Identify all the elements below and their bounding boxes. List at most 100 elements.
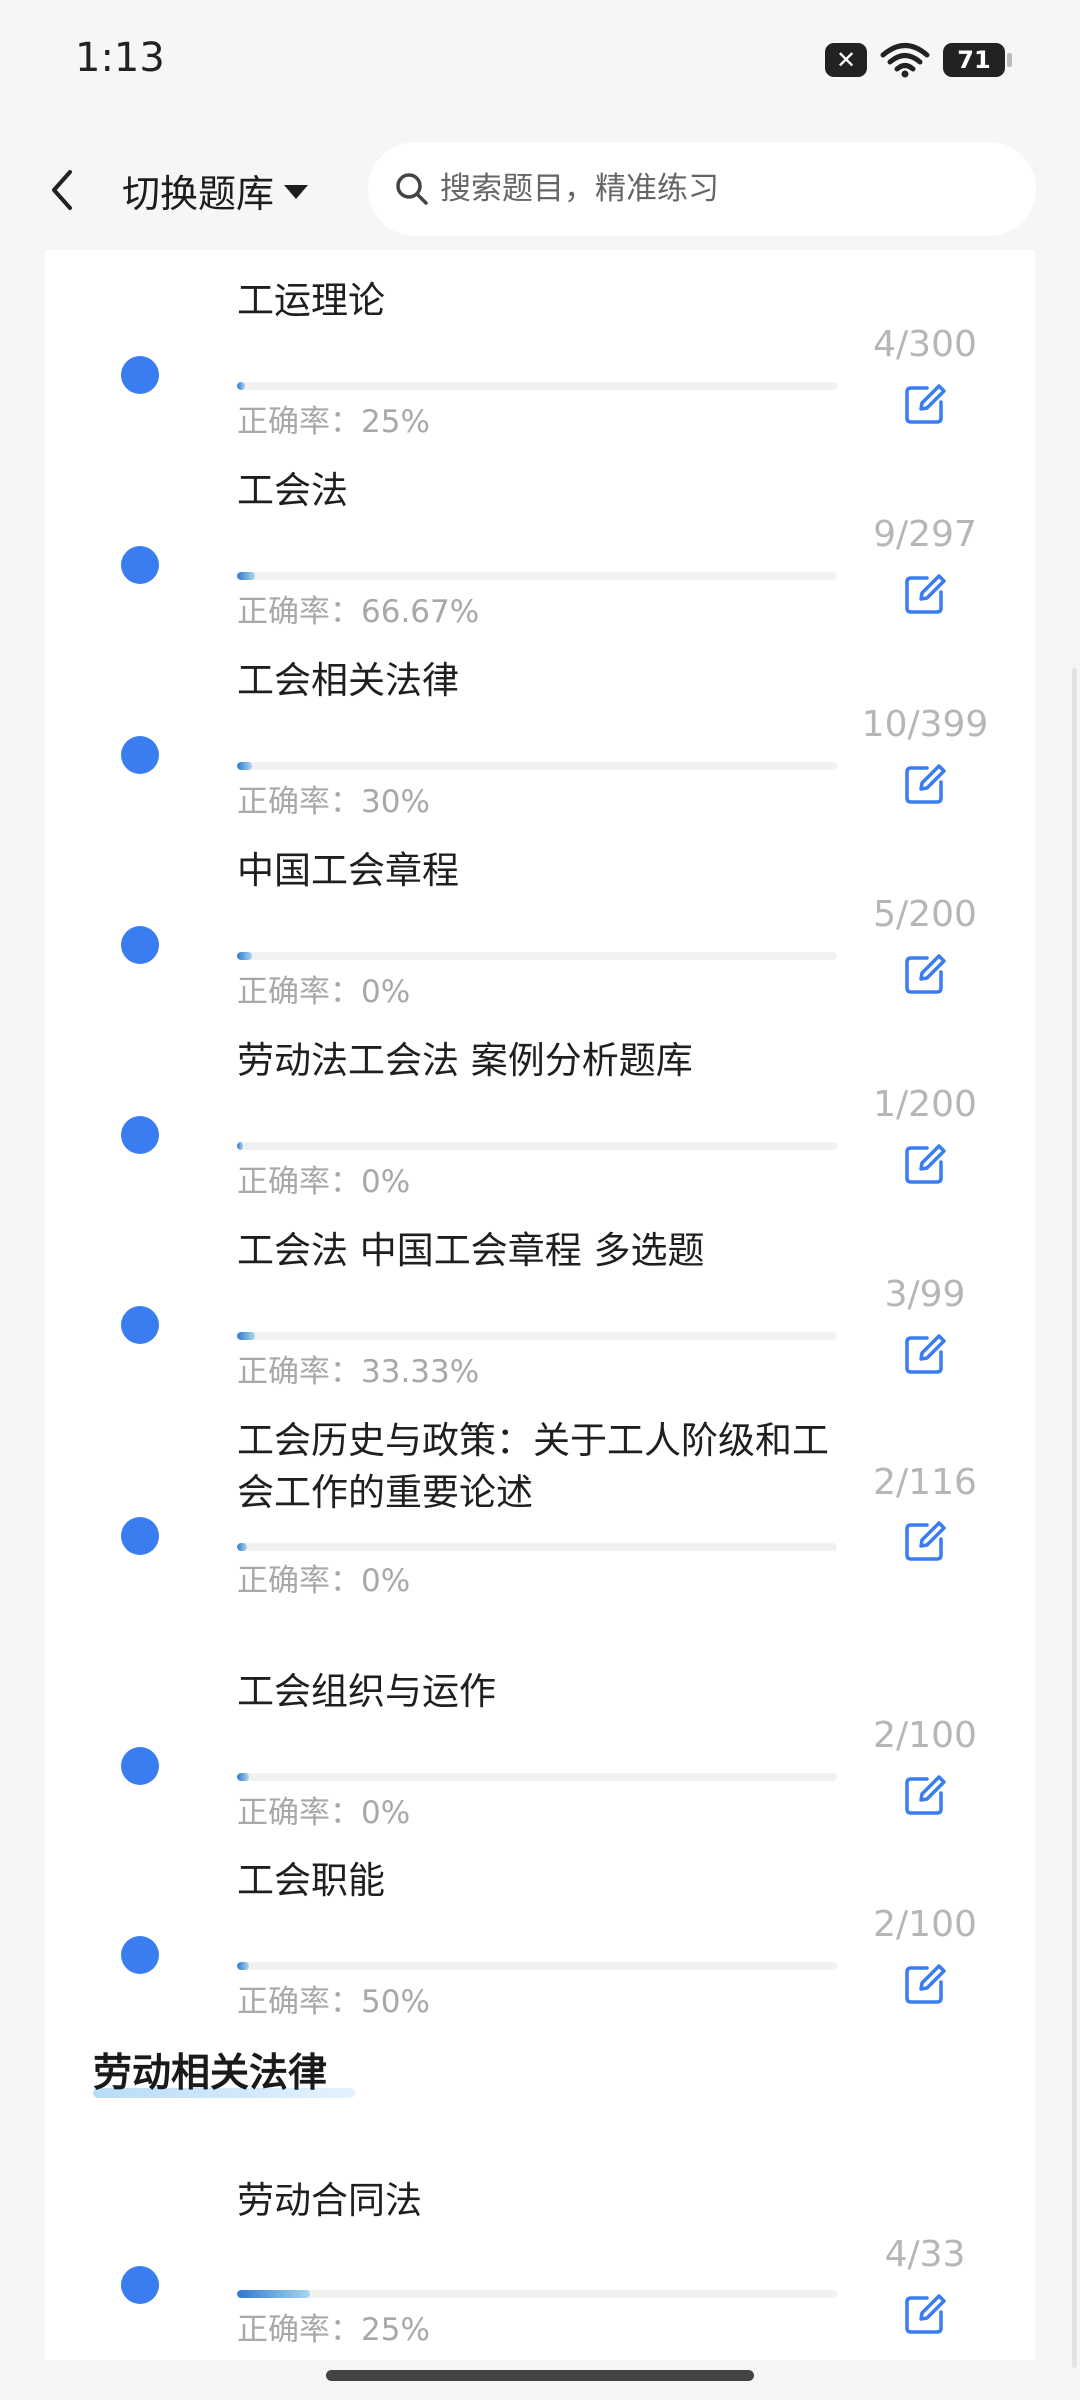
close-x-badge-icon: ✕	[825, 43, 867, 77]
question-bank-list[interactable]: 工运理论 正确率：25% 4/300 工会法 正确率：66.67% 9/297	[45, 250, 1035, 2360]
status-dot	[121, 1306, 159, 1344]
item-title: 工会法	[237, 469, 348, 512]
accuracy-text: 正确率：50%	[237, 1984, 430, 2020]
status-dot	[121, 1116, 159, 1154]
progress-fill	[237, 1773, 249, 1781]
progress-count: 4/33	[884, 2234, 966, 2275]
accuracy-text: 正确率：0%	[237, 1563, 411, 1599]
item-title: 工会历史与政策：关于工人阶级和工会工作的重要论述	[237, 1419, 829, 1514]
progress-track	[237, 1962, 837, 1970]
progress-track	[237, 1332, 837, 1340]
progress-fill	[237, 382, 245, 390]
progress-track	[237, 382, 837, 390]
progress-count: 4/300	[873, 324, 977, 365]
status-dot	[121, 1517, 159, 1555]
list-item[interactable]: 中国工会章程 正确率：0% 5/200	[45, 845, 1035, 1010]
status-dot	[121, 926, 159, 964]
progress-track	[237, 1543, 837, 1551]
edit-icon[interactable]	[903, 1773, 947, 1817]
accuracy-text: 正确率：66.67%	[237, 594, 480, 630]
switch-bank-label: 切换题库	[122, 171, 275, 216]
search-input[interactable]	[438, 170, 1002, 208]
list-item[interactable]: 劳动法工会法 案例分析题库 正确率：0% 1/200	[45, 1035, 1035, 1200]
status-icons: ✕ 71	[825, 42, 1012, 78]
item-title: 工会组织与运作	[237, 1670, 496, 1713]
progress-track	[237, 1142, 837, 1150]
accuracy-text: 正确率：33.33%	[237, 1354, 480, 1390]
switch-bank-dropdown[interactable]: 切换题库	[122, 160, 309, 220]
item-title: 工会法 中国工会章程 多选题	[237, 1229, 705, 1272]
search-icon	[396, 173, 428, 205]
edit-icon[interactable]	[903, 2292, 947, 2336]
item-title: 劳动合同法	[237, 2179, 422, 2222]
progress-count: 2/116	[873, 1462, 977, 1503]
progress-fill	[237, 1962, 249, 1970]
item-title: 工会职能	[237, 1859, 385, 1902]
accuracy-text: 正确率：0%	[237, 1795, 411, 1831]
status-dot	[121, 546, 159, 584]
back-button[interactable]	[42, 158, 82, 222]
progress-count: 5/200	[873, 894, 977, 935]
edit-icon[interactable]	[903, 572, 947, 616]
progress-fill	[237, 2290, 310, 2298]
edit-icon[interactable]	[903, 1519, 947, 1563]
status-bar: 1:13 ✕ 71	[0, 0, 1080, 130]
progress-count: 2/100	[873, 1715, 977, 1756]
status-dot	[121, 1747, 159, 1785]
list-item[interactable]: 工会法 中国工会章程 多选题 正确率：33.33% 3/99	[45, 1225, 1035, 1390]
list-item[interactable]: 工运理论 正确率：25% 4/300	[45, 275, 1035, 440]
progress-track	[237, 2290, 837, 2298]
section-title: 劳动相关法律	[93, 2051, 328, 2096]
page: 1:13 ✕ 71 切换题库 搜索题目，精准练习 工运理论 正确率：25% 4/…	[0, 0, 1080, 2400]
status-time: 1:13	[75, 35, 165, 81]
wifi-icon	[880, 43, 930, 78]
list-item[interactable]: 工会法 正确率：66.67% 9/297	[45, 465, 1035, 630]
search-box[interactable]	[368, 142, 1036, 236]
list-item[interactable]: 工会历史与政策：关于工人阶级和工会工作的重要论述 正确率：0% 2/116	[45, 1415, 1035, 1620]
progress-fill	[237, 762, 252, 770]
progress-fill	[237, 1332, 255, 1340]
item-title: 工会相关法律	[237, 659, 459, 702]
edit-icon[interactable]	[903, 762, 947, 806]
progress-count: 3/99	[884, 1274, 966, 1315]
progress-count: 10/399	[861, 704, 989, 745]
status-dot	[121, 2266, 159, 2304]
progress-track	[237, 572, 837, 580]
status-dot	[121, 1936, 159, 1974]
top-header: 切换题库	[0, 130, 1080, 250]
accuracy-text: 正确率：25%	[237, 2312, 430, 2348]
progress-count: 2/100	[873, 1904, 977, 1945]
progress-track	[237, 952, 837, 960]
progress-fill	[237, 1543, 248, 1551]
list-item[interactable]: 工会职能 正确率：50% 2/100	[45, 1855, 1035, 2020]
edit-icon[interactable]	[903, 382, 947, 426]
list-item[interactable]: 工会组织与运作 正确率：0% 2/100	[45, 1666, 1035, 1831]
battery-icon: 71	[943, 43, 1012, 77]
item-title: 工运理论	[237, 279, 385, 322]
status-dot	[121, 736, 159, 774]
progress-fill	[237, 572, 255, 580]
progress-track	[237, 762, 837, 770]
edit-icon[interactable]	[903, 1962, 947, 2006]
progress-track	[237, 1773, 837, 1781]
progress-fill	[237, 1142, 243, 1150]
progress-count: 9/297	[873, 514, 977, 555]
accuracy-text: 正确率：0%	[237, 1164, 411, 1200]
accuracy-text: 正确率：25%	[237, 404, 430, 440]
progress-count: 1/200	[873, 1084, 977, 1125]
chevron-left-icon	[52, 170, 72, 210]
item-title: 中国工会章程	[237, 849, 459, 892]
item-title: 劳动法工会法 案例分析题库	[237, 1039, 693, 1082]
scrollbar[interactable]	[1072, 668, 1077, 2368]
caret-down-icon	[284, 185, 309, 199]
edit-icon[interactable]	[903, 952, 947, 996]
accuracy-text: 正确率：30%	[237, 784, 430, 820]
progress-fill	[237, 952, 252, 960]
edit-icon[interactable]	[903, 1332, 947, 1376]
accuracy-text: 正确率：0%	[237, 974, 411, 1010]
list-item[interactable]: 工会相关法律 正确率：30% 10/399	[45, 655, 1035, 820]
home-indicator[interactable]	[326, 2370, 754, 2381]
edit-icon[interactable]	[903, 1142, 947, 1186]
status-dot	[121, 356, 159, 394]
list-item[interactable]: 劳动合同法 正确率：25% 4/33	[45, 2175, 1035, 2348]
